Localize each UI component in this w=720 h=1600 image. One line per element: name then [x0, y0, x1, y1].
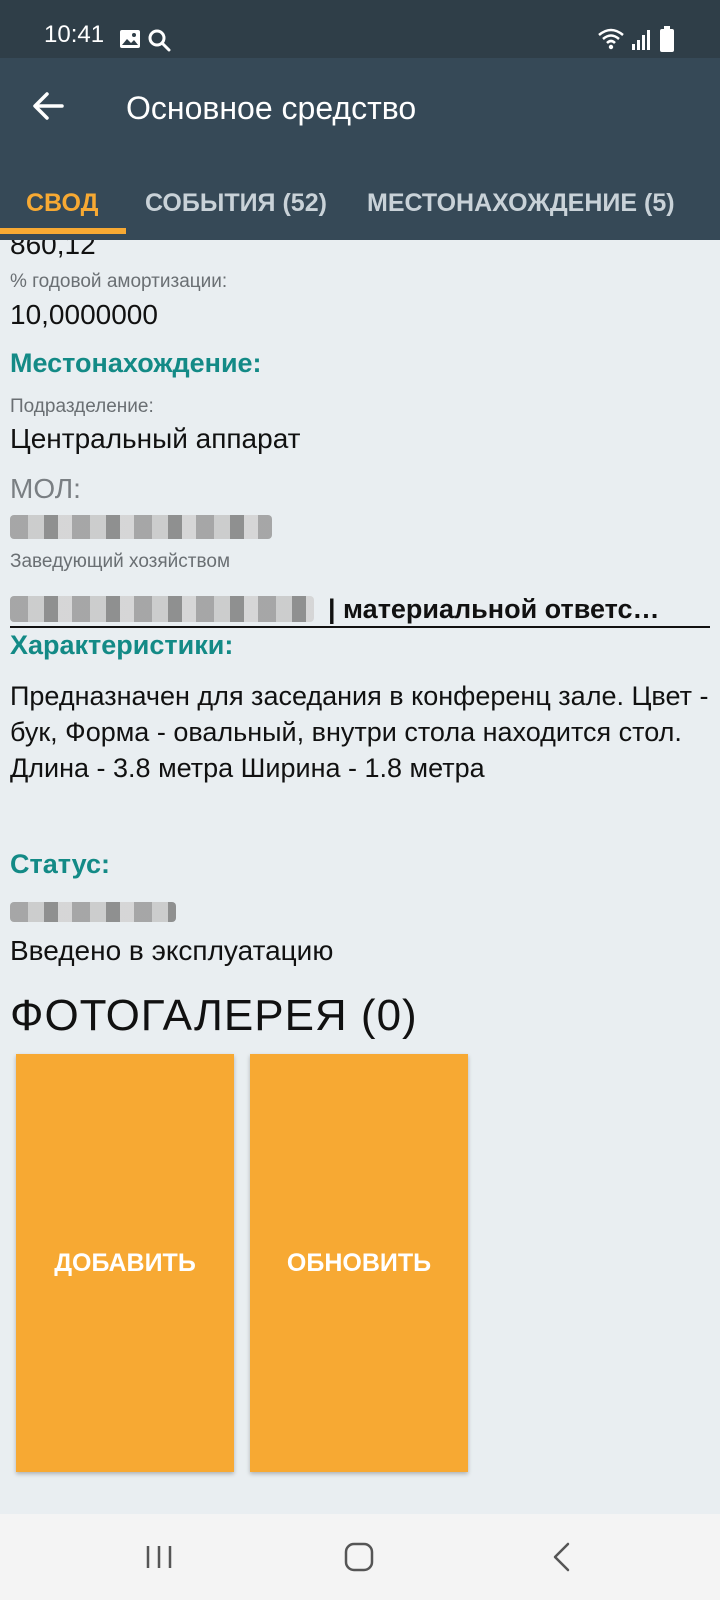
- characteristics-heading: Характеристики:: [10, 630, 234, 660]
- status-heading: Статус:: [10, 849, 110, 879]
- redacted-mol-name: [10, 515, 272, 539]
- home-icon[interactable]: [344, 1542, 374, 1572]
- department-value: Центральный аппарат: [10, 423, 301, 454]
- back-icon[interactable]: [550, 1542, 572, 1572]
- mol-label: МОЛ:: [10, 473, 81, 504]
- status-time: 10:41: [44, 21, 105, 48]
- asset-details[interactable]: 860,12 % годовой амортизации: 10,0000000…: [0, 240, 720, 1514]
- redacted-status-date: [10, 902, 176, 922]
- responsibility-link-text: | материальной ответс…: [328, 594, 660, 624]
- gallery-title: ФОТОГАЛЕРЕЯ (0): [10, 991, 418, 1040]
- image-icon: [120, 30, 140, 48]
- wifi-icon: [598, 28, 624, 50]
- tab-location[interactable]: МЕСТОНАХОЖДЕНИЕ (5): [367, 166, 675, 240]
- responsible-person-link[interactable]: | материальной ответс…: [10, 592, 710, 628]
- add-photo-button[interactable]: ДОБАВИТЬ: [16, 1054, 234, 1472]
- partial-value: 860,12: [10, 240, 96, 260]
- system-nav-bar: [0, 1514, 720, 1600]
- characteristics-text: Предназначен для заседания в конференц з…: [10, 681, 709, 783]
- app-bar: Основное средство СВОД СОБЫТИЯ (52) МЕСТ…: [0, 58, 720, 240]
- redacted-person-name: [10, 596, 314, 622]
- refresh-gallery-button[interactable]: ОБНОВИТЬ: [250, 1054, 468, 1472]
- page-title: Основное средство: [126, 90, 417, 126]
- amortization-value: 10,0000000: [10, 299, 158, 330]
- department-label: Подразделение:: [10, 396, 154, 417]
- tab-events[interactable]: СОБЫТИЯ (52): [145, 166, 327, 240]
- status-bar: 10:41: [0, 0, 720, 58]
- search-icon: [148, 29, 171, 52]
- recents-icon[interactable]: [144, 1544, 174, 1570]
- battery-icon: [660, 26, 674, 52]
- status-value: Введено в эксплуатацию: [10, 935, 334, 966]
- arrow-left-icon: [33, 92, 64, 120]
- manager-label: Заведующий хозяйством: [10, 551, 231, 572]
- back-button[interactable]: [28, 86, 68, 126]
- amortization-label: % годовой амортизации:: [10, 271, 228, 292]
- active-tab-indicator: [0, 228, 126, 234]
- location-heading: Местонахождение:: [10, 348, 262, 378]
- signal-icon: [632, 30, 650, 50]
